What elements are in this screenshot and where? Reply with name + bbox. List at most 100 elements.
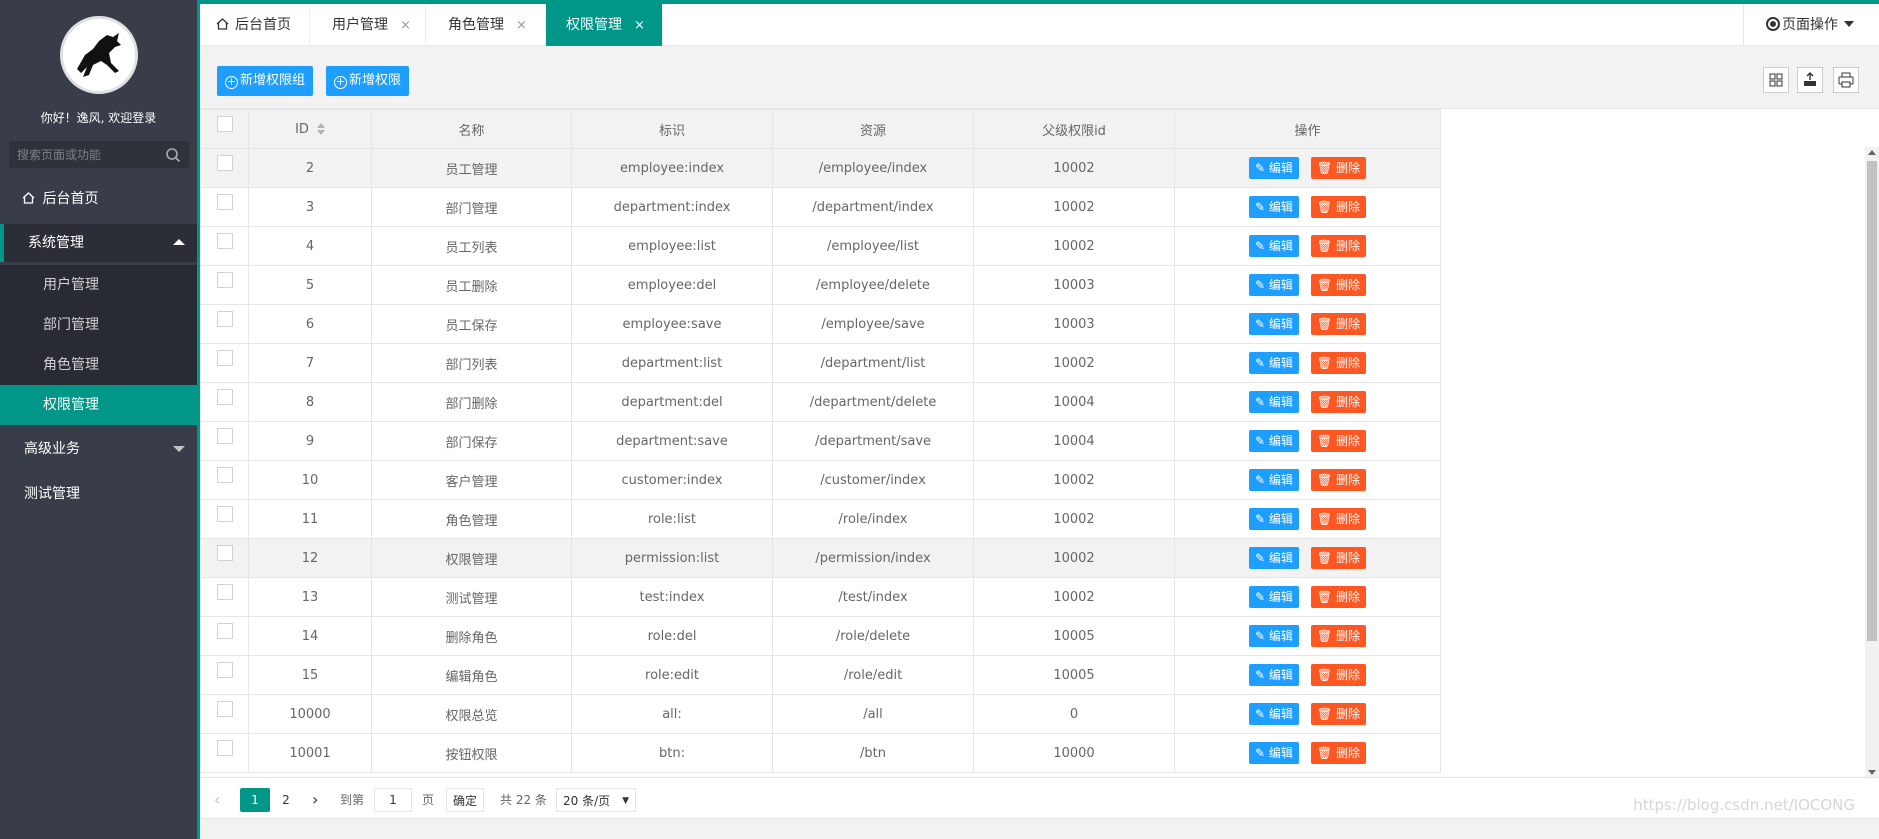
table-row[interactable]: 10001 按钮权限 btn:/btn 10000 ✎ 编辑 🗑 删除 [200, 733, 1441, 773]
sidebar-item-system[interactable]: 系统管理 [0, 224, 197, 262]
tab-roles[interactable]: 角色管理 × [426, 4, 546, 46]
row-checkbox[interactable] [216, 584, 233, 600]
delete-button[interactable]: 🗑 删除 [1310, 742, 1366, 764]
vertical-scrollbar[interactable] [1865, 147, 1879, 778]
row-checkbox[interactable] [216, 233, 233, 249]
edit-button[interactable]: ✎ 编辑 [1249, 625, 1299, 647]
edit-button[interactable]: ✎ 编辑 [1249, 469, 1299, 491]
delete-button[interactable]: 🗑 删除 [1310, 352, 1366, 374]
add-permission-group-button[interactable]: + 新增权限组 [217, 66, 314, 96]
tab-users[interactable]: 用户管理 × [310, 4, 426, 46]
row-checkbox[interactable] [216, 389, 233, 405]
delete-button[interactable]: 🗑 删除 [1310, 664, 1366, 686]
edit-button[interactable]: ✎ 编辑 [1249, 391, 1299, 413]
table-row[interactable]: 5 员工删除 employee:del/employee/delete 10003 ✎ … [200, 265, 1441, 305]
row-checkbox-cell[interactable] [200, 148, 249, 188]
edit-button[interactable]: ✎ 编辑 [1249, 664, 1299, 686]
edit-button[interactable]: ✎ 编辑 [1249, 352, 1299, 374]
edit-button[interactable]: ✎ 编辑 [1249, 274, 1299, 296]
row-checkbox[interactable] [216, 467, 233, 483]
table-row[interactable]: 10000 权限总览 all:/all 0 ✎ 编辑 🗑 删除 [200, 694, 1441, 734]
tab-permissions[interactable]: 权限管理 × [546, 4, 663, 46]
sidebar-item-roles[interactable]: 角色管理 [0, 345, 197, 385]
sidebar-item-home[interactable]: 后台首页 [0, 183, 197, 215]
row-checkbox-cell[interactable] [200, 538, 249, 578]
print-icon[interactable] [1833, 67, 1859, 93]
row-checkbox[interactable] [216, 701, 233, 717]
edit-button[interactable]: ✎ 编辑 [1249, 586, 1299, 608]
close-icon[interactable]: × [634, 18, 645, 33]
sidebar-item-users[interactable]: 用户管理 [0, 265, 197, 305]
row-checkbox-cell[interactable] [200, 655, 249, 695]
edit-button[interactable]: ✎ 编辑 [1249, 742, 1299, 764]
scroll-thumb[interactable] [1867, 161, 1877, 641]
row-checkbox-cell[interactable] [200, 304, 249, 344]
scroll-up-icon[interactable] [1868, 150, 1876, 155]
tab-home[interactable]: 后台首页 [200, 4, 310, 46]
table-row[interactable]: 2 员工管理 employee:index/employee/index 10002 ✎… [200, 148, 1441, 188]
page-size-select[interactable]: 20 条/页 ▼ [556, 788, 636, 812]
row-checkbox-cell[interactable] [200, 382, 249, 422]
goto-confirm-button[interactable]: 确定 [446, 788, 485, 812]
row-checkbox-cell[interactable] [200, 226, 249, 266]
row-checkbox[interactable] [216, 623, 233, 639]
row-checkbox[interactable] [216, 272, 233, 288]
table-row[interactable]: 8 部门删除 department:del/department/delete 100… [200, 382, 1441, 422]
sidebar-item-test[interactable]: 测试管理 [0, 476, 197, 512]
sort-icon[interactable] [316, 123, 325, 135]
row-checkbox[interactable] [216, 350, 233, 366]
row-checkbox-cell[interactable] [200, 733, 249, 773]
table-row[interactable]: 12 权限管理 permission:list/permission/index 10… [200, 538, 1441, 578]
page-2[interactable]: 2 [274, 788, 298, 812]
sidebar-item-permissions[interactable]: 权限管理 [0, 385, 197, 425]
delete-button[interactable]: 🗑 删除 [1310, 235, 1366, 257]
goto-page-input[interactable] [374, 788, 412, 812]
delete-button[interactable]: 🗑 删除 [1310, 430, 1366, 452]
row-checkbox[interactable] [216, 311, 233, 327]
select-all-checkbox-cell[interactable] [200, 109, 249, 149]
sidebar-search[interactable] [9, 141, 189, 168]
edit-button[interactable]: ✎ 编辑 [1249, 235, 1299, 257]
row-checkbox[interactable] [216, 662, 233, 678]
columns-filter-icon[interactable] [1763, 67, 1789, 93]
table-row[interactable]: 4 员工列表 employee:list/employee/list 10002 ✎ 编… [200, 226, 1441, 266]
row-checkbox-cell[interactable] [200, 460, 249, 500]
row-checkbox-cell[interactable] [200, 343, 249, 383]
table-row[interactable]: 9 部门保存 department:save/department/save 1000… [200, 421, 1441, 461]
row-checkbox[interactable] [216, 155, 233, 171]
table-row[interactable]: 14 删除角色 role:del/role/delete 10005 ✎ 编辑 🗑 删除 [200, 616, 1441, 656]
row-checkbox[interactable] [216, 194, 233, 210]
scroll-down-icon[interactable] [1868, 770, 1876, 775]
table-row[interactable]: 6 员工保存 employee:save/employee/save 10003 ✎ 编… [200, 304, 1441, 344]
export-icon[interactable] [1797, 67, 1823, 93]
edit-button[interactable]: ✎ 编辑 [1249, 703, 1299, 725]
row-checkbox-cell[interactable] [200, 265, 249, 305]
delete-button[interactable]: 🗑 删除 [1310, 625, 1366, 647]
add-permission-button[interactable]: + 新增权限 [326, 66, 410, 96]
column-header-id[interactable]: ID [248, 109, 372, 149]
delete-button[interactable]: 🗑 删除 [1310, 157, 1366, 179]
row-checkbox-cell[interactable] [200, 421, 249, 461]
delete-button[interactable]: 🗑 删除 [1310, 586, 1366, 608]
page-current[interactable]: 1 [240, 788, 270, 812]
delete-button[interactable]: 🗑 删除 [1310, 469, 1366, 491]
row-checkbox[interactable] [216, 740, 233, 756]
delete-button[interactable]: 🗑 删除 [1310, 508, 1366, 530]
edit-button[interactable]: ✎ 编辑 [1249, 508, 1299, 530]
edit-button[interactable]: ✎ 编辑 [1249, 157, 1299, 179]
row-checkbox[interactable] [216, 506, 233, 522]
close-icon[interactable]: × [516, 18, 527, 33]
sidebar-item-departments[interactable]: 部门管理 [0, 305, 197, 345]
row-checkbox-cell[interactable] [200, 187, 249, 227]
table-row[interactable]: 3 部门管理 department:index/department/index 10… [200, 187, 1441, 227]
delete-button[interactable]: 🗑 删除 [1310, 196, 1366, 218]
table-row[interactable]: 15 编辑角色 role:edit/role/edit 10005 ✎ 编辑 🗑 删除 [200, 655, 1441, 695]
table-row[interactable]: 11 角色管理 role:list/role/index 10002 ✎ 编辑 🗑 删除 [200, 499, 1441, 539]
select-all-checkbox[interactable] [216, 116, 233, 132]
row-checkbox-cell[interactable] [200, 694, 249, 734]
delete-button[interactable]: 🗑 删除 [1310, 313, 1366, 335]
edit-button[interactable]: ✎ 编辑 [1249, 196, 1299, 218]
table-row[interactable]: 7 部门列表 department:list/department/list 1000… [200, 343, 1441, 383]
prev-page-icon[interactable]: ‹ [214, 788, 220, 812]
row-checkbox-cell[interactable] [200, 616, 249, 656]
